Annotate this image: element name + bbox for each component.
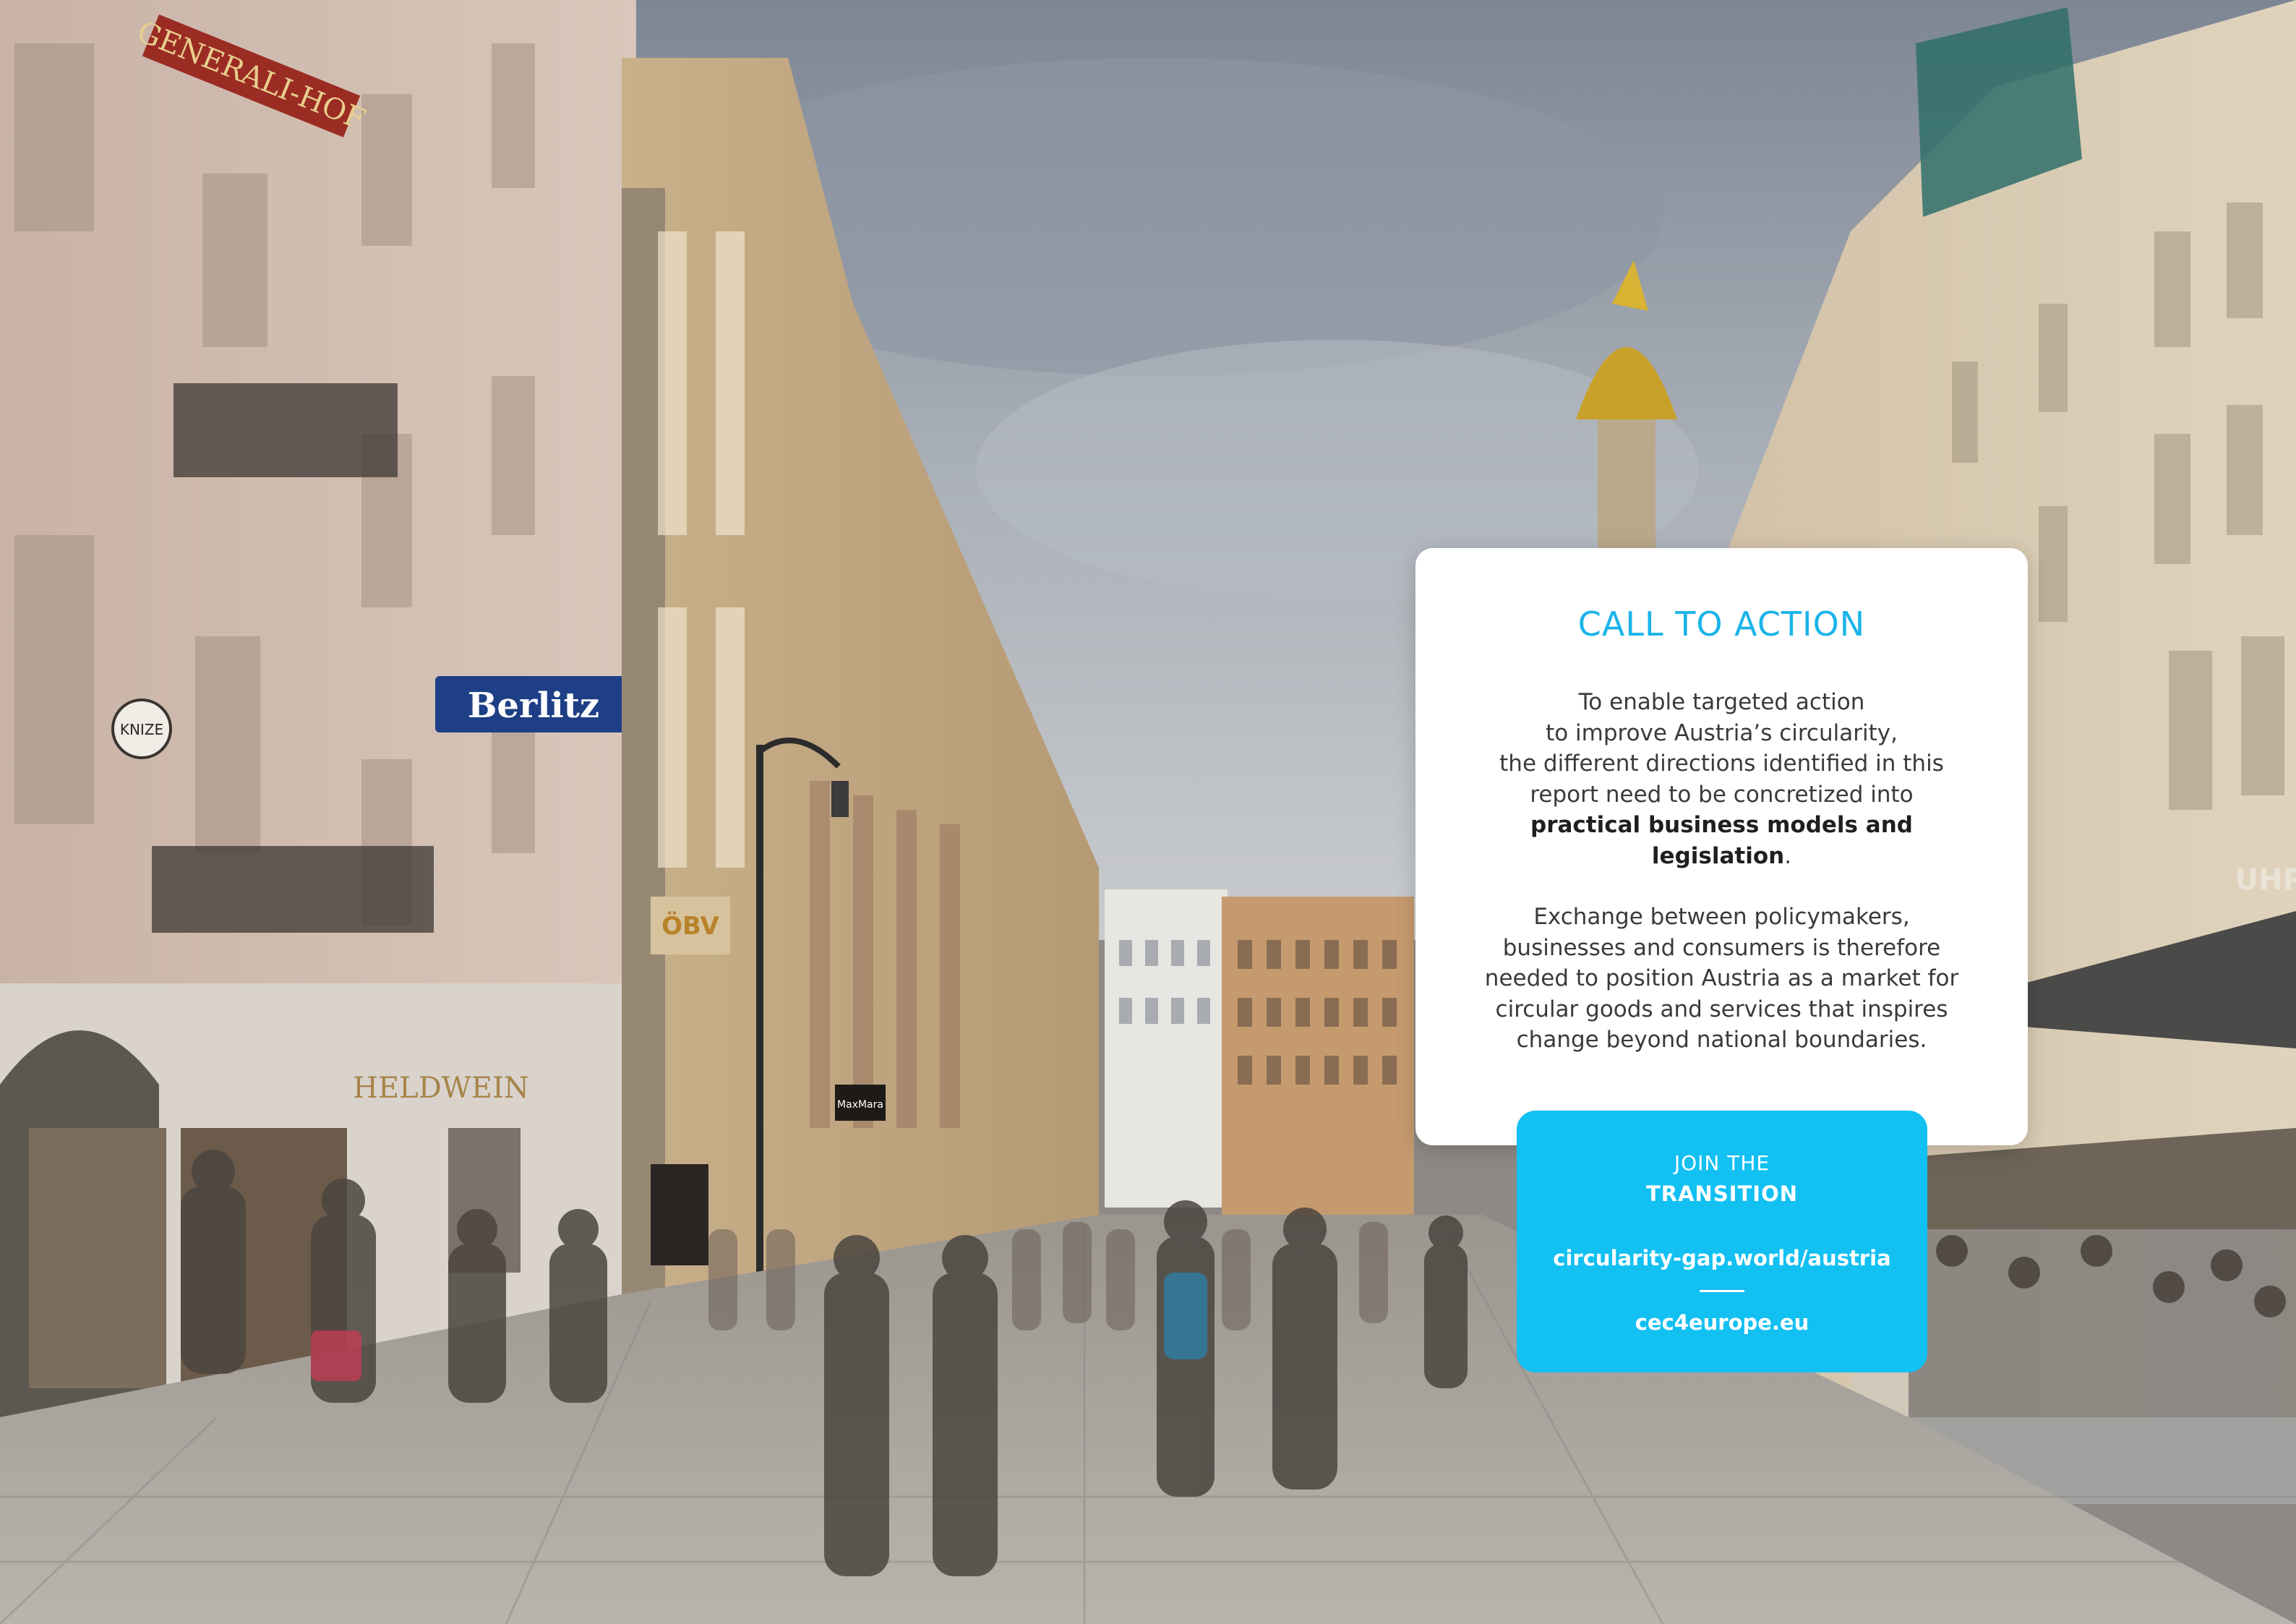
cta-p2-line: needed to position Austria as a market f… — [1484, 965, 1959, 991]
cta-p2-line: Exchange between policymakers, — [1533, 904, 1910, 930]
sign-oebv: ÖBV — [661, 911, 719, 941]
cta-p1-bold: practical business models and — [1530, 812, 1913, 838]
sign-uhren: UHR — [2235, 863, 2296, 897]
cta-p1-end: . — [1784, 842, 1792, 869]
cec4europe-link[interactable]: cec4europe.eu — [1517, 1308, 1927, 1337]
join-heading-line1: JOIN THE — [1674, 1151, 1770, 1175]
join-transition-box: JOIN THE TRANSITION circularity-gap.worl… — [1517, 1111, 1927, 1372]
cta-p2-line: circular goods and services that inspire… — [1495, 996, 1948, 1022]
cta-p1-line: the different directions identified in t… — [1499, 751, 1944, 777]
cta-paragraph-1: To enable targeted action to improve Aus… — [1466, 687, 1977, 871]
join-heading-line2: TRANSITION — [1646, 1181, 1798, 1206]
cta-paragraph-2: Exchange between policymakers, businesse… — [1466, 902, 1977, 1056]
cta-p2-line: businesses and consumers is therefore — [1502, 934, 1941, 961]
circularity-gap-link[interactable]: circularity-gap.world/austria — [1517, 1244, 1927, 1273]
cta-p1-line: to improve Austria’s circularity, — [1546, 719, 1898, 746]
divider — [1700, 1290, 1744, 1292]
cta-p2-line: change beyond national boundaries. — [1516, 1027, 1927, 1053]
call-to-action-card: CALL TO ACTION To enable targeted action… — [1415, 548, 2028, 1145]
cta-title: CALL TO ACTION — [1577, 604, 1866, 644]
sign-berlitz: Berlitz — [468, 685, 599, 726]
sign-maxmara: MaxMara — [837, 1099, 883, 1111]
sign-knize: KNIZE — [120, 721, 163, 738]
sign-heldwein: HELDWEIN — [353, 1072, 529, 1105]
cta-p1-line: report need to be concretized into — [1530, 781, 1914, 808]
cta-p1-bold: legislation — [1651, 842, 1785, 869]
cta-p1-line: To enable targeted action — [1578, 689, 1865, 715]
